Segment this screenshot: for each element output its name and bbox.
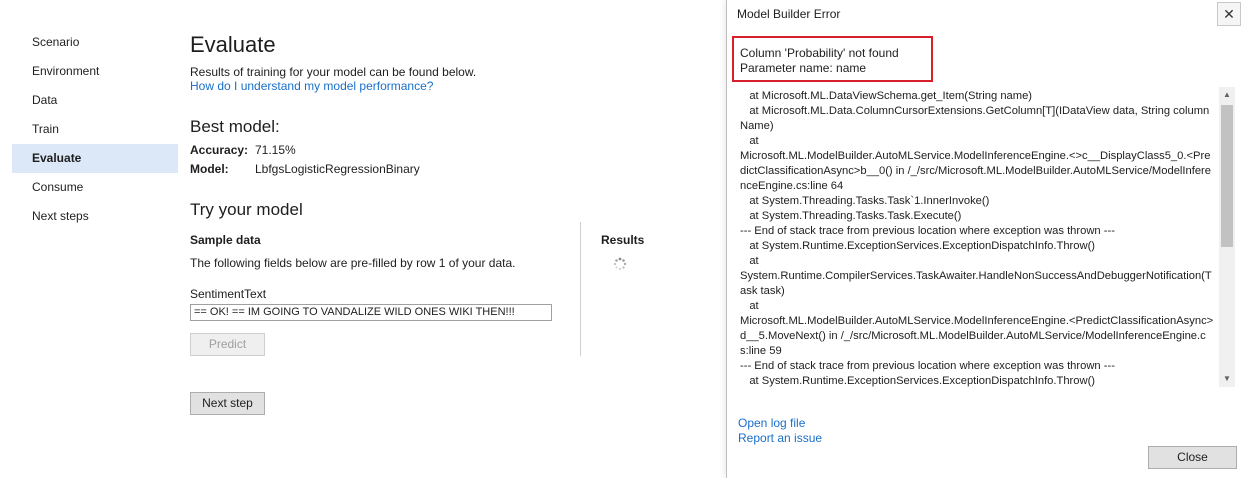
nav-item-next-steps[interactable]: Next steps bbox=[12, 202, 178, 231]
stack-trace-line: at bbox=[740, 135, 759, 147]
sample-data-heading: Sample data bbox=[190, 233, 261, 247]
close-icon[interactable]: ✕ bbox=[1217, 2, 1241, 26]
open-log-file-link[interactable]: Open log file bbox=[738, 416, 805, 430]
page-description: Results of training for your model can b… bbox=[190, 65, 477, 79]
stack-trace-line: at Microsoft.ML.DataViewSchema.get_Item(… bbox=[740, 90, 1033, 102]
evaluate-panel: Evaluate Results of training for your mo… bbox=[190, 0, 710, 478]
model-value: LbfgsLogisticRegressionBinary bbox=[255, 162, 420, 176]
accuracy-value: 71.15% bbox=[255, 143, 296, 157]
nav-item-scenario[interactable]: Scenario bbox=[12, 28, 178, 57]
next-step-button[interactable]: Next step bbox=[190, 392, 265, 415]
stack-trace-line: at bbox=[740, 255, 759, 267]
loading-spinner-icon bbox=[613, 257, 627, 270]
stack-trace-line: System.Runtime.CompilerServices.TaskAwai… bbox=[740, 270, 1212, 297]
model-builder-error-dialog: Model Builder Error ✕ Column 'Probabilit… bbox=[726, 0, 1246, 478]
error-message: Column 'Probability' not found bbox=[740, 46, 899, 60]
nav-item-data[interactable]: Data bbox=[12, 86, 178, 115]
stack-trace-line: Microsoft.ML.ModelBuilder.AutoMLService.… bbox=[740, 150, 1212, 192]
stack-trace-line: at Microsoft.ML.Data.ColumnCursorExtensi… bbox=[740, 105, 1210, 132]
wizard-nav: Scenario Environment Data Train Evaluate… bbox=[12, 28, 178, 231]
stack-trace-line: --- End of stack trace from previous loc… bbox=[740, 225, 1115, 237]
predict-button[interactable]: Predict bbox=[190, 333, 265, 356]
stack-trace-line: at bbox=[740, 300, 759, 312]
stack-trace-line: at System.Runtime.ExceptionServices.Exce… bbox=[740, 375, 1096, 387]
stack-trace-scrollbar[interactable]: ▲ ▼ bbox=[1219, 87, 1235, 387]
results-heading: Results bbox=[601, 233, 645, 247]
results-divider bbox=[580, 222, 581, 356]
close-button[interactable]: Close bbox=[1148, 446, 1237, 469]
stack-trace-line: at System.Threading.Tasks.Task`1.InnerIn… bbox=[740, 195, 990, 207]
model-row: Model: LbfgsLogisticRegressionBinary bbox=[190, 162, 420, 176]
stack-trace-line: at System.Threading.Tasks.Task.Execute() bbox=[740, 210, 962, 222]
page-title: Evaluate bbox=[190, 32, 276, 57]
scroll-down-arrow-icon[interactable]: ▼ bbox=[1219, 371, 1235, 387]
accuracy-label: Accuracy: bbox=[190, 143, 249, 157]
scrollbar-thumb[interactable] bbox=[1221, 105, 1233, 247]
error-parameter: Parameter name: name bbox=[740, 61, 867, 75]
model-label: Model: bbox=[190, 162, 229, 176]
sentiment-text-label: SentimentText bbox=[190, 287, 267, 301]
accuracy-row: Accuracy: 71.15% bbox=[190, 143, 296, 157]
nav-item-consume[interactable]: Consume bbox=[12, 173, 178, 202]
model-performance-help-link[interactable]: How do I understand my model performance… bbox=[190, 79, 433, 93]
scroll-up-arrow-icon[interactable]: ▲ bbox=[1219, 87, 1235, 103]
stack-trace-text[interactable]: at Microsoft.ML.DataViewSchema.get_Item(… bbox=[732, 87, 1240, 387]
sample-data-description: The following fields below are pre-fille… bbox=[190, 256, 516, 270]
nav-item-evaluate[interactable]: Evaluate bbox=[12, 144, 178, 173]
try-model-heading: Try your model bbox=[190, 200, 303, 219]
stack-trace-line: at System.Runtime.ExceptionServices.Exce… bbox=[740, 240, 1096, 252]
report-issue-link[interactable]: Report an issue bbox=[738, 431, 822, 445]
nav-item-train[interactable]: Train bbox=[12, 115, 178, 144]
best-model-heading: Best model: bbox=[190, 117, 280, 136]
stack-trace-line: --- End of stack trace from previous loc… bbox=[740, 360, 1115, 372]
dialog-title: Model Builder Error bbox=[737, 7, 841, 21]
stack-trace-line: Microsoft.ML.ModelBuilder.AutoMLService.… bbox=[740, 315, 1214, 357]
sentiment-text-input[interactable]: == OK! == IM GOING TO VANDALIZE WILD ONE… bbox=[190, 304, 552, 321]
error-message-box: Column 'Probability' not found Parameter… bbox=[732, 36, 933, 82]
nav-item-environment[interactable]: Environment bbox=[12, 57, 178, 86]
